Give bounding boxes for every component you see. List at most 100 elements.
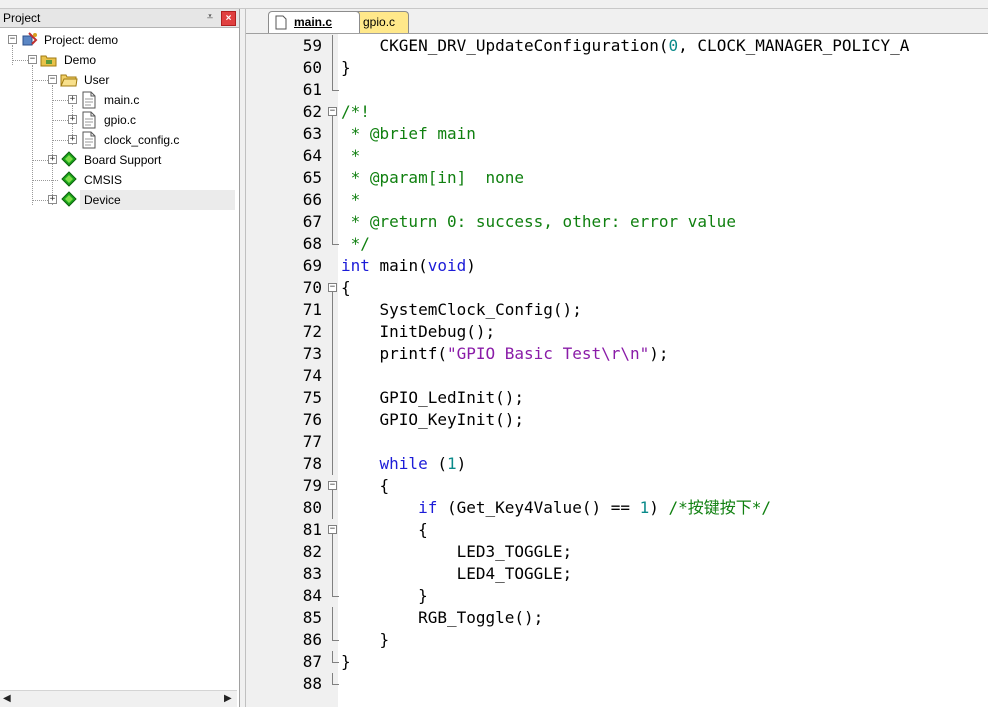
code-token: *	[341, 190, 361, 209]
collapse-icon[interactable]: −	[48, 75, 57, 84]
code-text: *	[341, 189, 361, 211]
code-line[interactable]: 61	[246, 79, 988, 101]
scroll-left-icon[interactable]: ◀	[3, 693, 11, 704]
code-token: main(	[369, 256, 428, 275]
scroll-right-icon[interactable]: ▶	[224, 693, 232, 704]
target-folder-icon	[40, 51, 58, 69]
expand-icon[interactable]: +	[48, 155, 57, 164]
code-token: {	[341, 278, 351, 297]
code-line[interactable]: 85 RGB_Toggle();	[246, 607, 988, 629]
line-number: 76	[302, 410, 322, 429]
tree-label: User	[84, 73, 110, 87]
code-line[interactable]: 72 InitDebug();	[246, 321, 988, 343]
code-token: 1	[446, 454, 457, 473]
code-line[interactable]: 63 * @brief main	[246, 123, 988, 145]
code-line[interactable]: 79− {	[246, 475, 988, 497]
fold-collapse-icon[interactable]: −	[328, 107, 337, 116]
code-token: printf(	[341, 344, 447, 363]
line-number: 81	[302, 520, 322, 539]
fold-marker	[328, 541, 337, 563]
tree-connector	[33, 180, 58, 181]
tree-label: main.c	[104, 93, 140, 107]
code-token: 0	[668, 36, 679, 55]
tree-item-board-support[interactable]: + Board Support	[0, 150, 239, 170]
fold-marker	[328, 35, 337, 57]
code-line[interactable]: 88	[246, 673, 988, 695]
code-text: int main(void)	[341, 255, 476, 277]
fold-marker	[328, 453, 337, 475]
line-number: 80	[302, 498, 322, 517]
code-text: CKGEN_DRV_UpdateConfiguration(0, CLOCK_M…	[341, 35, 910, 57]
code-line[interactable]: 77	[246, 431, 988, 453]
tree-connector	[33, 80, 48, 81]
tree-item-device[interactable]: + Device	[0, 190, 239, 210]
code-line[interactable]: 66 *	[246, 189, 988, 211]
code-line[interactable]: 78 while (1)	[246, 453, 988, 475]
code-line[interactable]: 71 SystemClock_Config();	[246, 299, 988, 321]
code-text: printf("GPIO Basic Test\r\n");	[341, 343, 669, 365]
code-line[interactable]: 73 printf("GPIO Basic Test\r\n");	[246, 343, 988, 365]
code-token: /*按键按下*/	[668, 498, 772, 517]
expand-icon[interactable]: +	[68, 115, 77, 124]
code-text: *	[341, 145, 361, 167]
tree-item-file[interactable]: + main.c	[0, 90, 239, 110]
c-file-icon	[80, 111, 98, 129]
fold-marker[interactable]: −	[328, 101, 337, 123]
code-line[interactable]: 82 LED3_TOGGLE;	[246, 541, 988, 563]
code-line[interactable]: 74	[246, 365, 988, 387]
fold-marker[interactable]: −	[328, 519, 337, 541]
code-text: LED3_TOGGLE;	[341, 541, 573, 563]
tree-label: Device	[84, 193, 121, 207]
pin-icon[interactable]: ⩡	[203, 10, 217, 25]
fold-collapse-icon[interactable]: −	[328, 525, 337, 534]
code-token: InitDebug();	[341, 322, 496, 341]
collapse-icon[interactable]: −	[8, 35, 17, 44]
code-line[interactable]: 68 */	[246, 233, 988, 255]
fold-marker	[328, 255, 337, 277]
tree-item-file[interactable]: + clock_config.c	[0, 130, 239, 150]
expand-icon[interactable]: +	[68, 135, 77, 144]
tree-item-project[interactable]: − Project: demo	[0, 30, 239, 50]
line-number: 72	[302, 322, 322, 341]
code-text: SystemClock_Config();	[341, 299, 582, 321]
tree-item-file[interactable]: + gpio.c	[0, 110, 239, 130]
tree-item-group-user[interactable]: − User	[0, 70, 239, 90]
code-token: /*!	[341, 102, 370, 121]
code-line[interactable]: 81− {	[246, 519, 988, 541]
c-file-icon	[80, 91, 98, 109]
code-line[interactable]: 60}	[246, 57, 988, 79]
fold-marker[interactable]: −	[328, 277, 337, 299]
code-line[interactable]: 67 * @return 0: success, other: error va…	[246, 211, 988, 233]
expand-icon[interactable]: +	[48, 195, 57, 204]
code-line[interactable]: 70−{	[246, 277, 988, 299]
code-token: while	[379, 454, 428, 473]
code-line[interactable]: 62−/*!	[246, 101, 988, 123]
code-line[interactable]: 84 }	[246, 585, 988, 607]
code-line[interactable]: 87}	[246, 651, 988, 673]
code-line[interactable]: 64 *	[246, 145, 988, 167]
code-line[interactable]: 86 }	[246, 629, 988, 651]
code-line[interactable]: 80 if (Get_Key4Value() == 1) /*按键按下*/	[246, 497, 988, 519]
code-editor[interactable]: 59 CKGEN_DRV_UpdateConfiguration(0, CLOC…	[246, 34, 988, 707]
collapse-icon[interactable]: −	[28, 55, 37, 64]
code-line[interactable]: 76 GPIO_KeyInit();	[246, 409, 988, 431]
fold-marker	[328, 123, 337, 145]
code-line[interactable]: 69 int main(void)	[246, 255, 988, 277]
fold-collapse-icon[interactable]: −	[328, 481, 337, 490]
code-token: void	[427, 256, 467, 275]
code-line[interactable]: 59 CKGEN_DRV_UpdateConfiguration(0, CLOC…	[246, 35, 988, 57]
close-icon[interactable]: ×	[221, 11, 236, 26]
fold-collapse-icon[interactable]: −	[328, 283, 337, 292]
panel-title: Project	[3, 11, 41, 25]
horizontal-scrollbar[interactable]: ◀ ▶	[0, 690, 237, 707]
tab-main-c[interactable]: main.c	[268, 11, 360, 33]
code-line[interactable]: 65 * @param[in] none	[246, 167, 988, 189]
code-line[interactable]: 83 LED4_TOGGLE;	[246, 563, 988, 585]
code-line[interactable]: 75 GPIO_LedInit();	[246, 387, 988, 409]
fold-marker[interactable]: −	[328, 475, 337, 497]
code-token: )	[456, 454, 467, 473]
expand-icon[interactable]: +	[68, 95, 77, 104]
tree-item-target[interactable]: − Demo	[0, 50, 239, 70]
tree-item-cmsis[interactable]: CMSIS	[0, 170, 239, 190]
code-text: }	[341, 585, 428, 607]
